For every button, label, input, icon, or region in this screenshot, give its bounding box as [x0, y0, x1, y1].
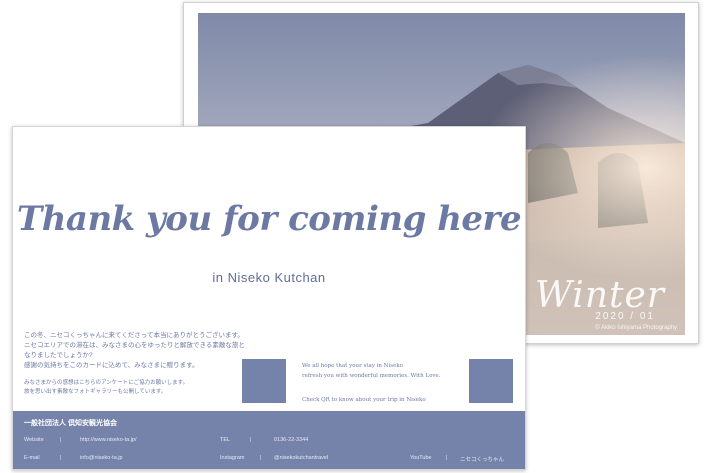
thank-you-card: Thank you for coming here in Niseko Kutc… [12, 126, 526, 470]
website-link[interactable]: http://www.niseko-ta.jp/ [80, 437, 137, 443]
tel-value: 0136-22-3344 [274, 437, 309, 443]
tel-label: TEL [220, 437, 231, 443]
jp-line: ニセコエリアでの滞在は、みなさまの心をゆったりと解放できる素敵な旅と [24, 342, 245, 349]
thank-you-title: Thank you for coming here [16, 199, 522, 239]
jp-line: 感謝の気持ちをこのカードに込めて、みなさまに贈ります。 [24, 362, 199, 369]
website-label: Website [24, 437, 44, 443]
qr-code-survey[interactable] [242, 359, 286, 403]
japanese-message: この冬、ニセコくっちゃんに来てくださって本当にありがとうございます。 ニセコエリ… [24, 331, 264, 397]
email-label: E-mail [24, 455, 40, 461]
en-line: We all hope that your stay in Niseko [302, 363, 403, 369]
instagram-link[interactable]: @nisekokutchantravel [274, 455, 328, 461]
jp-small-line: 旅を思い出す素敵なフォトギャラリーも公開しています。 [24, 389, 167, 395]
winter-overlay-date: 2020 / 01 [595, 311, 655, 322]
qr-code-trip-info[interactable] [469, 359, 513, 403]
email-link[interactable]: info@niseko-ta.jp [80, 455, 123, 461]
jp-small-line: みなさまからの感想はこちらのアンケートにご協力お願いします。 [24, 380, 189, 386]
organization-name: 一般社団法人 倶知安観光協会 [24, 420, 117, 427]
photo-credit: © Akiko Ishiyama Photography [595, 325, 677, 331]
contact-footer: 一般社団法人 倶知安観光協会 Website | http://www.nise… [13, 411, 525, 469]
en-note: Check QR to know about your trip in Nise… [302, 397, 426, 403]
winter-overlay-word: Winter [534, 275, 665, 316]
jp-line: なりましたでしょうか? [24, 352, 93, 359]
instagram-label: Instagram [220, 455, 245, 461]
location-subtitle: in Niseko Kutchan [212, 270, 326, 285]
english-message: We all hope that your stay in Niseko ref… [302, 361, 462, 405]
en-line: refresh you with wonderful memories. Wit… [302, 373, 441, 379]
youtube-link[interactable]: ニセコくっちゃん [460, 455, 504, 463]
jp-line: この冬、ニセコくっちゃんに来てくださって本当にありがとうございます。 [24, 332, 244, 339]
youtube-label: YouTube [410, 455, 432, 461]
